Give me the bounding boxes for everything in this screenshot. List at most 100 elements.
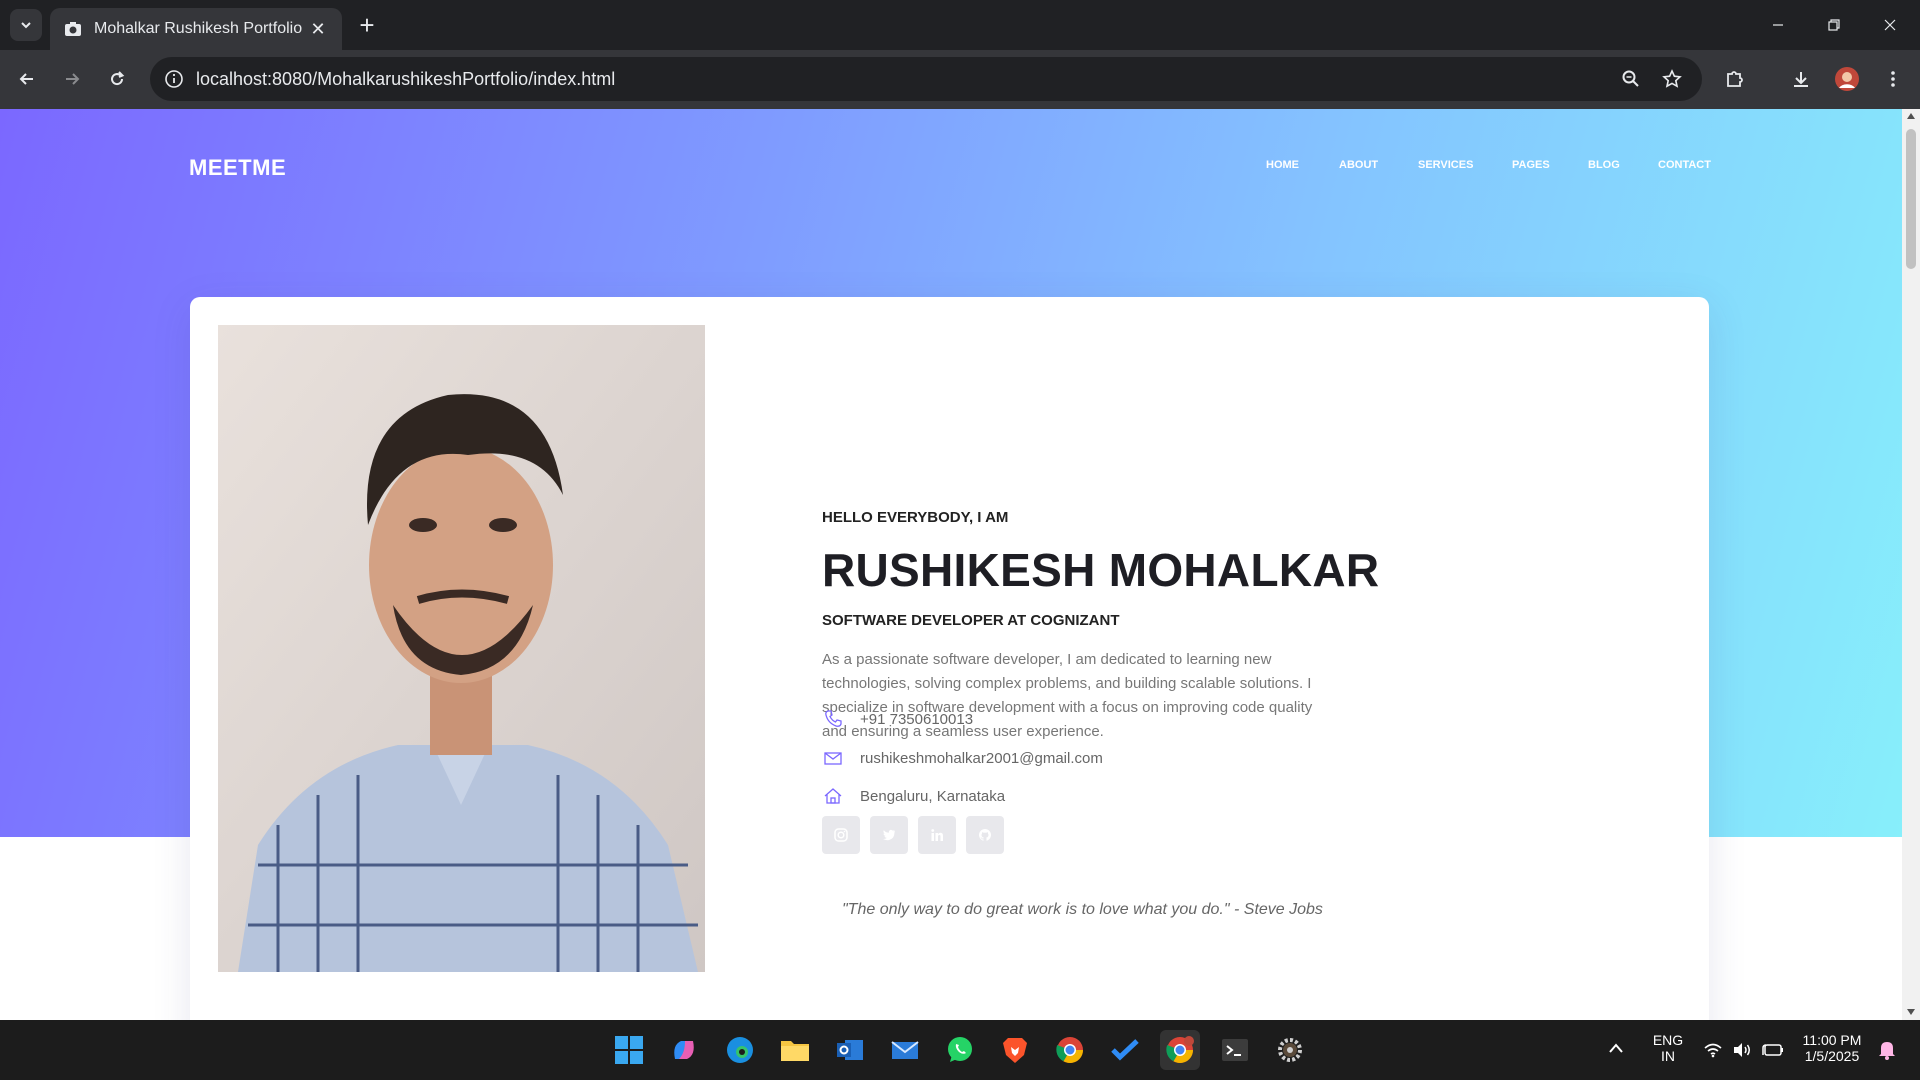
todo-app[interactable] xyxy=(1105,1030,1145,1070)
edge-app[interactable] xyxy=(720,1030,760,1070)
terminal-icon xyxy=(1222,1039,1248,1061)
whatsapp-app[interactable] xyxy=(940,1030,980,1070)
volume-icon[interactable] xyxy=(1732,1042,1752,1058)
mail-icon xyxy=(891,1041,919,1059)
chevron-down-icon xyxy=(21,22,31,29)
notification-bell-icon[interactable] xyxy=(1878,1040,1896,1060)
camera-favicon-icon xyxy=(64,20,82,38)
nav-pages[interactable]: PAGES xyxy=(1512,159,1550,171)
nav-about[interactable]: ABOUT xyxy=(1339,159,1378,171)
twitter-button[interactable] xyxy=(870,816,908,854)
file-explorer-app[interactable] xyxy=(775,1030,815,1070)
chrome-app[interactable] xyxy=(1050,1030,1090,1070)
instagram-icon xyxy=(834,828,848,842)
location-text: Bengaluru, Karnataka xyxy=(860,787,1006,805)
wifi-icon[interactable] xyxy=(1704,1042,1722,1058)
page-scrollbar[interactable] xyxy=(1902,109,1920,1020)
mail-app[interactable] xyxy=(885,1030,925,1070)
site-logo[interactable]: MEETME xyxy=(189,155,286,181)
profile-avatar[interactable] xyxy=(1830,62,1864,96)
instagram-button[interactable] xyxy=(822,816,860,854)
home-icon xyxy=(822,785,844,807)
contact-phone[interactable]: +91 7350610013 xyxy=(822,708,973,730)
clock-date: 1/5/2025 xyxy=(1804,1048,1860,1064)
greeting-text: HELLO EVERYBODY, I AM xyxy=(822,509,1009,526)
start-icon xyxy=(615,1036,643,1064)
clock-time: 11:00 PM xyxy=(1802,1032,1862,1048)
browser-toolbar: localhost:8080/MohalkarushikeshPortfolio… xyxy=(0,50,1920,109)
email-address[interactable]: rushikeshmohalkar2001@gmail.com xyxy=(860,750,1103,767)
nav-home[interactable]: HOME xyxy=(1266,159,1299,171)
scrollbar-thumb[interactable] xyxy=(1906,129,1916,269)
phone-number[interactable]: +91 7350610013 xyxy=(860,711,973,728)
linkedin-icon xyxy=(931,829,943,841)
nav-services[interactable]: SERVICES xyxy=(1418,159,1473,171)
url-text[interactable]: localhost:8080/MohalkarushikeshPortfolio… xyxy=(196,69,615,90)
copilot-icon xyxy=(674,1041,694,1059)
back-button[interactable] xyxy=(10,62,44,96)
chrome-profile-icon xyxy=(1166,1036,1194,1064)
chevron-up-icon[interactable] xyxy=(1608,1042,1624,1054)
minimize-icon xyxy=(1773,24,1783,26)
scroll-down-icon[interactable] xyxy=(1907,1009,1915,1015)
twitter-icon xyxy=(883,829,895,841)
settings-icon xyxy=(1278,1038,1302,1062)
language-code: ENG xyxy=(1652,1032,1684,1048)
github-icon xyxy=(978,828,992,841)
browser-menu-button[interactable] xyxy=(1876,62,1910,96)
battery-icon[interactable] xyxy=(1762,1042,1784,1058)
nav-contact[interactable]: CONTACT xyxy=(1658,159,1711,171)
star-icon xyxy=(1662,69,1682,88)
chrome-profile-app[interactable] xyxy=(1160,1030,1200,1070)
copilot-app[interactable] xyxy=(664,1030,704,1070)
windows-taskbar: ENG IN 11:00 PM 1/5/2025 xyxy=(0,1020,1920,1080)
outlook-icon xyxy=(837,1040,863,1060)
brave-icon xyxy=(1003,1038,1027,1063)
close-tab-icon[interactable]: ✕ xyxy=(308,19,328,40)
extensions-button[interactable] xyxy=(1718,62,1752,96)
reload-button[interactable] xyxy=(100,62,134,96)
start-button[interactable] xyxy=(609,1030,649,1070)
profile-name: RUSHIKESH MOHALKAR xyxy=(822,544,1380,596)
contact-location: Bengaluru, Karnataka xyxy=(822,785,1005,807)
close-window-button[interactable] xyxy=(1862,8,1918,42)
page-viewport: MEETME HOME ABOUT SERVICES PAGES BLOG CO… xyxy=(0,109,1902,1020)
site-info-icon[interactable] xyxy=(164,69,184,89)
close-icon xyxy=(1884,19,1896,31)
zoom-button[interactable] xyxy=(1614,62,1648,96)
terminal-app[interactable] xyxy=(1215,1030,1255,1070)
bookmark-button[interactable] xyxy=(1655,62,1689,96)
whatsapp-icon xyxy=(948,1037,972,1062)
browser-tab[interactable]: Mohalkar Rushikesh Portfolio ✕ xyxy=(50,8,342,50)
outlook-app[interactable] xyxy=(830,1030,870,1070)
reload-icon xyxy=(111,71,125,86)
chrome-icon xyxy=(1056,1037,1084,1064)
tab-title: Mohalkar Rushikesh Portfolio xyxy=(94,20,303,37)
new-tab-button[interactable]: + xyxy=(352,10,382,40)
nav-blog[interactable]: BLOG xyxy=(1588,159,1620,171)
phone-icon xyxy=(822,708,844,730)
address-bar[interactable]: localhost:8080/MohalkarushikeshPortfolio… xyxy=(150,57,1702,101)
restore-button[interactable] xyxy=(1806,8,1862,42)
download-icon xyxy=(1794,72,1808,87)
more-vertical-icon xyxy=(1891,71,1895,87)
github-button[interactable] xyxy=(966,816,1004,854)
language-indicator[interactable]: ENG IN xyxy=(1650,1032,1686,1064)
settings-app[interactable] xyxy=(1270,1030,1310,1070)
restore-icon xyxy=(1828,19,1840,31)
brave-app[interactable] xyxy=(995,1030,1035,1070)
scroll-up-icon[interactable] xyxy=(1907,113,1915,119)
arrow-right-icon xyxy=(66,73,80,85)
clock[interactable]: 11:00 PM 1/5/2025 xyxy=(1796,1032,1868,1064)
minimize-button[interactable] xyxy=(1750,8,1806,42)
linkedin-button[interactable] xyxy=(918,816,956,854)
contact-email[interactable]: rushikeshmohalkar2001@gmail.com xyxy=(822,747,1103,769)
downloads-button[interactable] xyxy=(1784,62,1818,96)
quote-text: "The only way to do great work is to lov… xyxy=(842,901,1323,918)
tab-search-button[interactable] xyxy=(10,9,42,41)
zoom-icon xyxy=(1622,70,1639,87)
mail-icon xyxy=(822,747,844,769)
region-code: IN xyxy=(1661,1048,1675,1064)
forward-button[interactable] xyxy=(55,62,89,96)
profile-card: HELLO EVERYBODY, I AM RUSHIKESH MOHALKAR… xyxy=(190,297,1709,1020)
